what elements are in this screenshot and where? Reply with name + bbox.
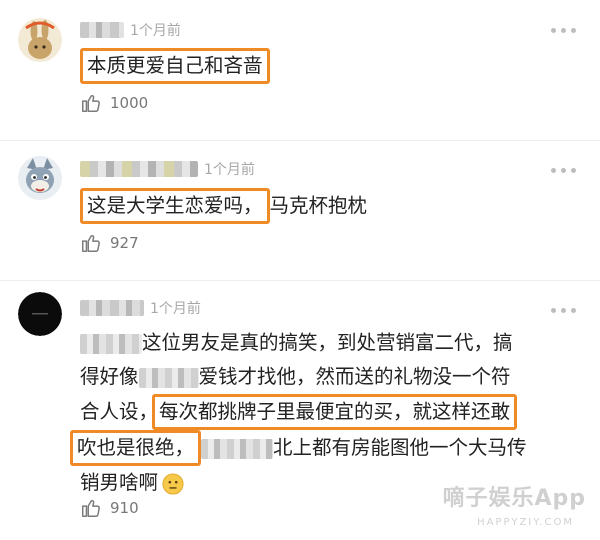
like-button[interactable]: 1000 — [80, 92, 148, 114]
comment-line: 吹也是很绝， 北上都有房能图他一个大马传 — [70, 430, 585, 466]
watermark-brand: 嘀子娱乐App — [442, 486, 586, 511]
comment-text-segment: 合人设， — [80, 400, 159, 423]
avatar[interactable] — [18, 156, 62, 200]
username-redacted[interactable] — [80, 22, 124, 38]
divider — [0, 140, 600, 141]
more-options-icon[interactable] — [551, 28, 576, 33]
like-button[interactable]: 927 — [80, 232, 139, 254]
comment-time: 1个月前 — [150, 301, 201, 317]
username-redacted[interactable] — [80, 161, 198, 177]
comment-line: 这位男友是真的搞笑，到处营销富二代，搞 — [80, 326, 585, 360]
comment-meta: 1个月前 — [80, 296, 201, 320]
comment-line: 得好像 爱钱才找他，然而送的礼物没一个符 — [80, 360, 585, 394]
more-options-icon[interactable] — [551, 168, 576, 173]
comment-meta: 1个月前 — [80, 18, 181, 42]
comment-text: 本质更爱自己和吝啬 — [80, 48, 585, 84]
neutral-face-emoji-icon — [162, 472, 184, 495]
like-count: 910 — [110, 499, 139, 517]
thumbs-up-icon — [82, 500, 100, 517]
thumbs-up-icon — [82, 235, 100, 252]
comment-text: 这是大学生恋爱吗， 马克杯抱枕 — [80, 188, 585, 224]
comment-time: 1个月前 — [130, 23, 181, 39]
like-count: 1000 — [110, 94, 149, 112]
comment-text-segment: 北上都有房能图他一个大马传 — [273, 436, 527, 459]
comment-time: 1个月前 — [204, 162, 255, 178]
comment-text-segment: 这位男友是真的搞笑，到处营销富二代，搞 — [142, 331, 513, 354]
thumbs-up-icon — [82, 95, 100, 112]
comment-meta: 1个月前 — [80, 157, 255, 181]
avatar[interactable] — [18, 292, 62, 336]
watermark-url: HAPPYZIY.COM — [477, 517, 574, 528]
comment-text: 这位男友是真的搞笑，到处营销富二代，搞 得好像 爱钱才找他，然而送的礼物没一个符 … — [70, 326, 585, 500]
cartoon-cat-avatar-icon — [18, 156, 62, 200]
comment-text-segment: 得好像 — [80, 365, 139, 388]
redacted-text — [201, 438, 274, 459]
like-count: 927 — [110, 234, 139, 252]
comment-line: 合人设，每次都挑牌子里最便宜的买，就这样还敢 — [80, 394, 585, 430]
comment-text-segment: 爱钱才找他，然而送的礼物没一个符 — [198, 365, 511, 388]
like-button[interactable]: 910 — [80, 497, 139, 519]
divider — [0, 280, 600, 281]
redacted-text — [138, 367, 199, 388]
comment-text-segment: 销男啥啊 — [80, 471, 159, 494]
more-options-icon[interactable] — [551, 308, 576, 313]
comment-text-rest: 马克杯抱枕 — [269, 194, 368, 217]
highlighted-text: 这是大学生恋爱吗， — [80, 188, 270, 224]
highlighted-text: 吹也是很绝， — [70, 430, 202, 466]
highlighted-text: 本质更爱自己和吝啬 — [80, 48, 270, 84]
black-avatar-icon — [18, 292, 62, 336]
highlighted-text: 每次都挑牌子里最便宜的买，就这样还敢 — [152, 394, 518, 430]
avatar[interactable] — [18, 18, 62, 62]
redacted-text — [80, 333, 142, 354]
rabbit-avatar-icon — [18, 18, 62, 62]
username-redacted[interactable] — [80, 300, 144, 316]
